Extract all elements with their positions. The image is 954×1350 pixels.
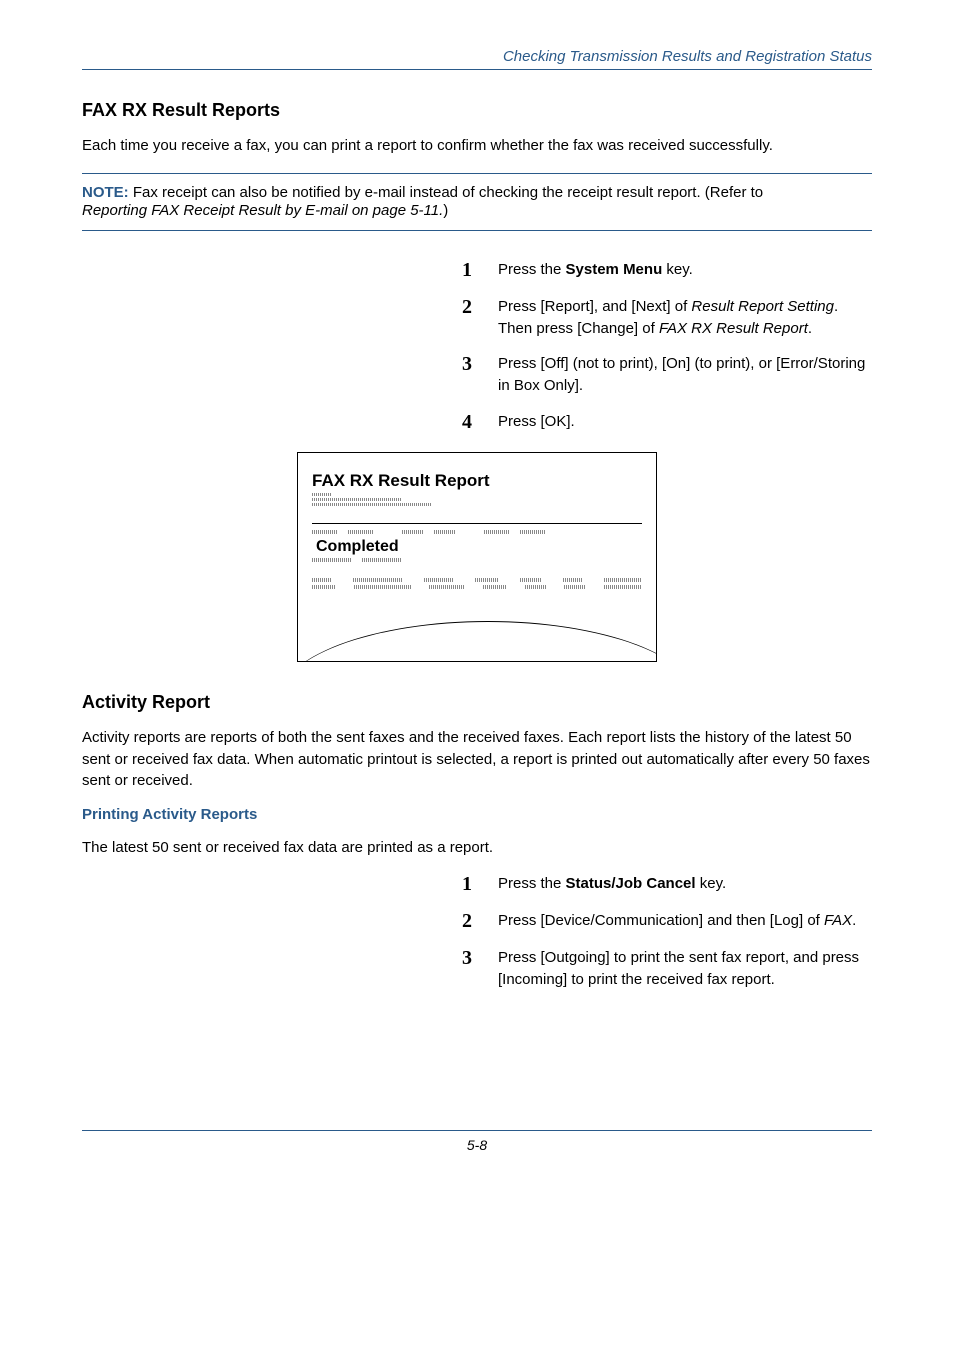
step-pre: Press the bbox=[498, 875, 566, 892]
step-text: Press [Outgoing] to print the sent fax r… bbox=[498, 947, 872, 991]
step-pre: Press [Off] (not to print), [On] (to pri… bbox=[498, 355, 865, 394]
step-bold: Status/Job Cancel bbox=[566, 875, 696, 892]
section2-subhead: Printing Activity Reports bbox=[82, 806, 872, 823]
step-text: Press [Report], and [Next] of Result Rep… bbox=[498, 296, 872, 340]
report-row-placeholder3 bbox=[312, 578, 642, 582]
step-1: 1 Press the System Menu key. bbox=[462, 259, 872, 282]
step-pre: Press [Outgoing] to print the sent fax r… bbox=[498, 949, 859, 988]
report-title: FAX RX Result Report bbox=[312, 471, 642, 491]
step-1b: 1 Press the Status/Job Cancel key. bbox=[462, 873, 872, 896]
step-pre: Press [OK]. bbox=[498, 413, 575, 430]
step-2: 2 Press [Report], and [Next] of Result R… bbox=[462, 296, 872, 340]
report-curve bbox=[297, 621, 657, 662]
step-text: Press [Off] (not to print), [On] (to pri… bbox=[498, 353, 872, 397]
step-text: Press [OK]. bbox=[498, 411, 575, 433]
section1-title: FAX RX Result Reports bbox=[82, 100, 872, 121]
report-sub-placeholder bbox=[312, 493, 642, 517]
step-ital2: FAX RX Result Report bbox=[659, 320, 808, 337]
step-post: key. bbox=[696, 875, 727, 892]
step-text: Press [Device/Communication] and then [L… bbox=[498, 910, 856, 932]
step-3b: 3 Press [Outgoing] to print the sent fax… bbox=[462, 947, 872, 991]
section2-steps: 1 Press the Status/Job Cancel key. 2 Pre… bbox=[462, 873, 872, 991]
report-row-placeholder4 bbox=[312, 585, 642, 589]
footer-rule bbox=[82, 1130, 872, 1131]
step-2b: 2 Press [Device/Communication] and then … bbox=[462, 910, 872, 933]
step-number: 3 bbox=[462, 947, 498, 970]
step-pre: Press the bbox=[498, 261, 566, 278]
step-4: 4 Press [OK]. bbox=[462, 411, 872, 434]
step-ital: Result Report Setting bbox=[691, 298, 834, 315]
report-figure: FAX RX Result Report Completed bbox=[297, 452, 657, 662]
note-text: Fax receipt can also be notified by e-ma… bbox=[129, 184, 763, 201]
running-header: Checking Transmission Results and Regist… bbox=[82, 48, 872, 65]
page-number: 5-8 bbox=[82, 1137, 872, 1153]
note-close: ) bbox=[443, 202, 448, 219]
step-pre: Press [Report], and [Next] of bbox=[498, 298, 691, 315]
section1-intro: Each time you receive a fax, you can pri… bbox=[82, 135, 872, 157]
step-bold: System Menu bbox=[566, 261, 663, 278]
header-rule bbox=[82, 69, 872, 70]
section2-title: Activity Report bbox=[82, 692, 872, 713]
step-text: Press the System Menu key. bbox=[498, 259, 693, 281]
step-number: 1 bbox=[462, 259, 498, 282]
step-number: 2 bbox=[462, 910, 498, 933]
step-number: 1 bbox=[462, 873, 498, 896]
note-label: NOTE: bbox=[82, 184, 129, 201]
report-status: Completed bbox=[316, 538, 642, 556]
section1-steps: 1 Press the System Menu key. 2 Press [Re… bbox=[462, 259, 872, 434]
step-post: . bbox=[852, 912, 856, 929]
report-figure-wrap: FAX RX Result Report Completed bbox=[82, 452, 872, 662]
section2-intro: Activity reports are reports of both the… bbox=[82, 727, 872, 792]
step-pre: Press [Device/Communication] and then [L… bbox=[498, 912, 824, 929]
step-ital: FAX bbox=[824, 912, 852, 929]
step-post: . bbox=[808, 320, 812, 337]
step-number: 4 bbox=[462, 411, 498, 434]
step-number: 2 bbox=[462, 296, 498, 319]
step-text: Press the Status/Job Cancel key. bbox=[498, 873, 726, 895]
report-row-placeholder bbox=[312, 530, 642, 534]
step-3: 3 Press [Off] (not to print), [On] (to p… bbox=[462, 353, 872, 397]
step-post: key. bbox=[662, 261, 693, 278]
note-ref: Reporting FAX Receipt Result by E-mail o… bbox=[82, 202, 443, 219]
note-box: NOTE: Fax receipt can also be notified b… bbox=[82, 173, 872, 231]
section2-subintro: The latest 50 sent or received fax data … bbox=[82, 837, 872, 859]
step-number: 3 bbox=[462, 353, 498, 376]
report-hr bbox=[312, 523, 642, 524]
